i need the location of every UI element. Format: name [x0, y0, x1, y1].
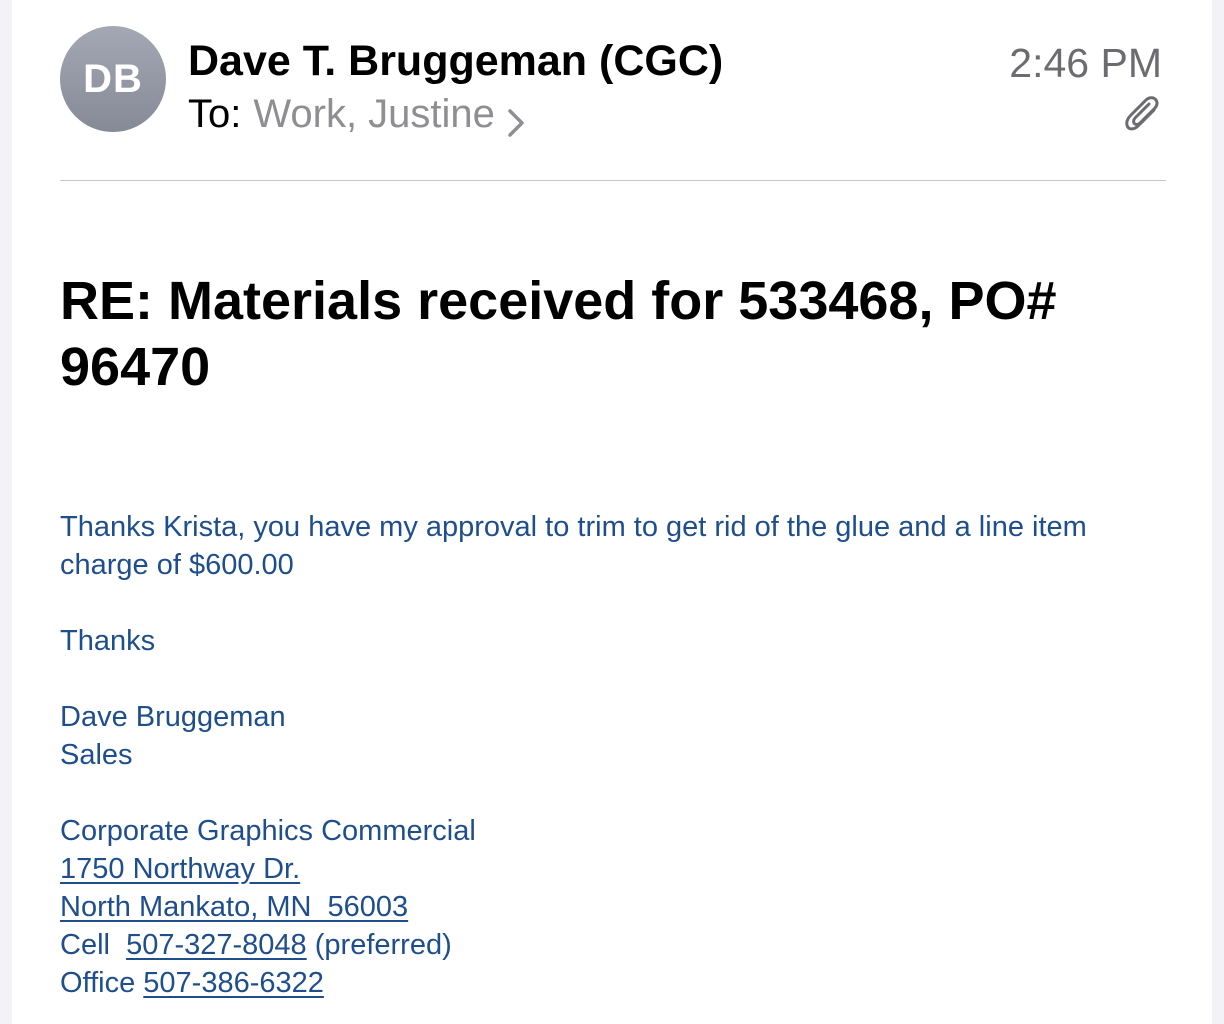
- cell-phone-link[interactable]: 507-327-8048: [126, 929, 307, 961]
- paperclip-icon: [1124, 96, 1162, 136]
- address-line-1: 1750 Northway Dr.: [60, 850, 1170, 888]
- chevron-right-icon[interactable]: [507, 99, 525, 137]
- body-thanks: Thanks: [60, 625, 156, 657]
- signature-company: Corporate Graphics Commercial: [60, 815, 476, 847]
- recipient-name[interactable]: Work, Justine: [253, 88, 495, 140]
- signature-title: Sales: [60, 739, 133, 771]
- cell-line: Cell 507-327-8048 (preferred): [60, 926, 1170, 964]
- address-link-2[interactable]: North Mankato, MN 56003: [60, 891, 408, 923]
- email-view: DB Dave T. Bruggeman (CGC) To: Work, Jus…: [12, 0, 1212, 1024]
- sender-name[interactable]: Dave T. Bruggeman (CGC): [188, 33, 723, 89]
- cell-note: (preferred): [306, 929, 452, 961]
- avatar[interactable]: DB: [60, 26, 166, 132]
- to-label: To:: [188, 92, 242, 136]
- office-line: Office 507-386-6322: [60, 964, 1170, 1002]
- email-subject: RE: Materials received for 533468, PO# 9…: [60, 271, 1057, 397]
- body-message: Thanks Krista, you have my approval to t…: [60, 511, 1087, 581]
- email-body: Thanks Krista, you have my approval to t…: [60, 508, 1170, 1002]
- office-label: Office: [60, 967, 144, 999]
- recipients-row[interactable]: To: Work, Justine: [188, 88, 525, 140]
- cell-label: Cell: [60, 929, 119, 961]
- signature-name: Dave Bruggeman: [60, 701, 286, 733]
- avatar-initials: DB: [83, 56, 143, 101]
- email-header: DB Dave T. Bruggeman (CGC) To: Work, Jus…: [12, 0, 1212, 181]
- office-phone-link[interactable]: 507-386-6322: [143, 967, 324, 999]
- header-divider: [60, 180, 1166, 181]
- address-line-2: North Mankato, MN 56003: [60, 888, 1170, 926]
- address-link-1[interactable]: 1750 Northway Dr.: [60, 853, 300, 885]
- sent-time: 2:46 PM: [1009, 40, 1162, 86]
